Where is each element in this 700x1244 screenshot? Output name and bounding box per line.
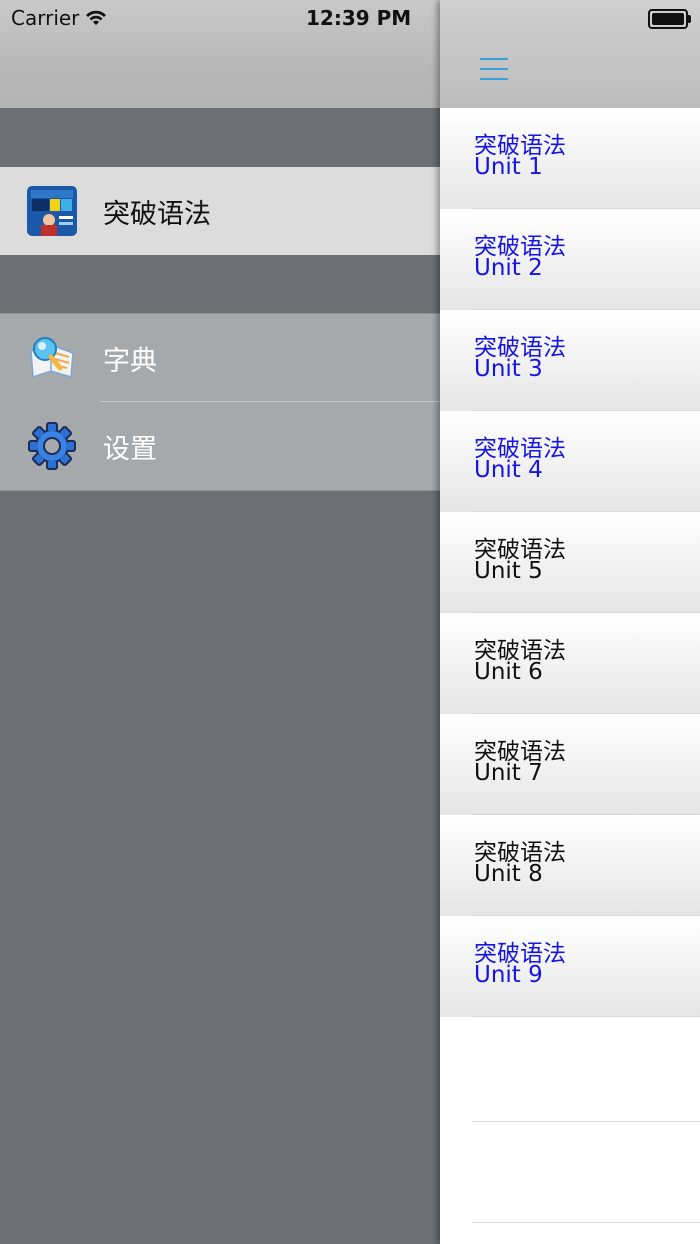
divider xyxy=(0,490,440,491)
divider xyxy=(472,1121,700,1122)
unit-number: Unit 1 xyxy=(474,154,543,180)
divider xyxy=(472,1222,700,1223)
unit-number: Unit 5 xyxy=(474,558,543,584)
unit-list-item[interactable]: 突破语法 Unit 8 xyxy=(440,815,700,916)
menu-item-dictionary-label: 字典 xyxy=(103,345,157,377)
unit-number: Unit 7 xyxy=(474,760,543,786)
side-menu: 突破语法 字典 设置 xyxy=(0,108,440,1244)
battery-icon xyxy=(648,9,691,29)
app-cover-icon xyxy=(27,186,77,236)
unit-number: Unit 8 xyxy=(474,861,543,887)
unit-number: Unit 9 xyxy=(474,962,543,988)
menu-item-dictionary[interactable]: 字典 xyxy=(0,314,440,402)
unit-number: Unit 3 xyxy=(474,356,543,382)
unit-list-item[interactable]: 突破语法 Unit 9 xyxy=(440,916,700,1017)
carrier-label: Carrier xyxy=(11,6,80,30)
unit-number: Unit 2 xyxy=(474,255,543,281)
wifi-icon xyxy=(84,8,108,32)
unit-list-item[interactable]: 突破语法 Unit 3 xyxy=(440,310,700,411)
menu-item-app[interactable]: 突破语法 xyxy=(0,167,440,255)
unit-list-item[interactable]: 突破语法 Unit 4 xyxy=(440,411,700,512)
gear-icon xyxy=(27,421,77,471)
divider xyxy=(472,1016,700,1017)
unit-list-item[interactable]: 突破语法 Unit 5 xyxy=(440,512,700,613)
unit-list-item[interactable]: 突破语法 Unit 2 xyxy=(440,209,700,310)
status-bar: Carrier 12:39 PM xyxy=(0,0,440,108)
unit-list-item[interactable]: 突破语法 Unit 7 xyxy=(440,714,700,815)
hamburger-icon[interactable] xyxy=(480,56,508,82)
unit-number: Unit 6 xyxy=(474,659,543,685)
unit-list-item[interactable]: 突破语法 Unit 1 xyxy=(440,108,700,209)
menu-item-settings-label: 设置 xyxy=(103,433,157,465)
menu-item-app-label: 突破语法 xyxy=(103,198,211,230)
navigation-bar xyxy=(440,0,700,108)
menu-item-settings[interactable]: 设置 xyxy=(0,402,440,490)
content-panel: 突破语法 Unit 1 突破语法 Unit 2 突破语法 Unit 3 突破语法 Unit 4… xyxy=(440,0,700,1244)
dictionary-icon xyxy=(27,333,77,383)
unit-number: Unit 4 xyxy=(474,457,543,483)
unit-list-item[interactable]: 突破语法 Unit 6 xyxy=(440,613,700,714)
clock-label: 12:39 PM xyxy=(306,6,412,30)
